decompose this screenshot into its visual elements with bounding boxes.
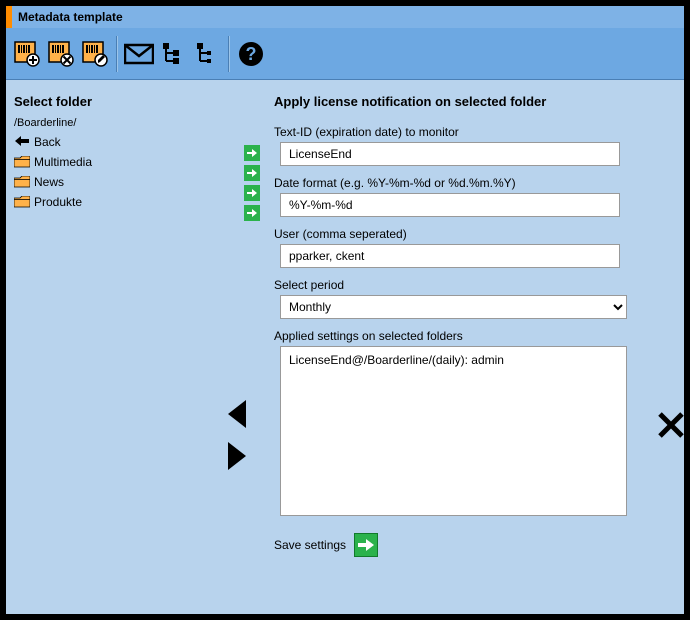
apply-folder-news[interactable]	[244, 165, 260, 181]
back-arrow-icon	[14, 135, 30, 149]
folder-label: News	[34, 175, 64, 189]
nav-prev-button[interactable]	[228, 400, 246, 428]
window-title: Metadata template	[18, 10, 123, 24]
folder-item[interactable]: News	[14, 173, 252, 191]
save-label: Save settings	[274, 538, 346, 552]
apply-folder-multimedia[interactable]	[244, 145, 260, 161]
apply-folder-produkte[interactable]	[244, 185, 260, 201]
mail-button[interactable]	[122, 37, 156, 71]
folder-label: Multimedia	[34, 155, 92, 169]
applied-settings-textarea[interactable]	[280, 346, 627, 516]
barcode-delete-button[interactable]	[44, 37, 78, 71]
tree-collapse-button[interactable]	[190, 37, 224, 71]
back-label: Back	[34, 135, 61, 149]
folder-icon	[14, 156, 30, 169]
period-label: Select period	[274, 278, 670, 292]
main-heading: Apply license notification on selected f…	[274, 94, 670, 109]
text-id-label: Text-ID (expiration date) to monitor	[274, 125, 670, 139]
barcode-add-button[interactable]	[10, 37, 44, 71]
period-select[interactable]: Monthly	[280, 295, 627, 319]
folder-icon	[14, 196, 30, 209]
user-input[interactable]	[280, 244, 620, 268]
back-row[interactable]: Back	[14, 133, 252, 151]
text-id-input[interactable]	[280, 142, 620, 166]
save-button[interactable]	[354, 533, 378, 557]
sidebar-heading: Select folder	[14, 94, 252, 109]
folder-path: /Boarderline/	[14, 117, 252, 129]
folder-item[interactable]: Produkte	[14, 193, 252, 211]
toolbar: ?	[6, 28, 684, 80]
apply-folder-extra[interactable]	[244, 205, 260, 221]
help-button[interactable]: ?	[234, 37, 268, 71]
svg-text:?: ?	[246, 44, 257, 64]
sidebar: Select folder /Boarderline/ Back Multime…	[6, 80, 260, 614]
folder-icon	[14, 176, 30, 189]
date-format-label: Date format (e.g. %Y-%m-%d or %d.%m.%Y)	[274, 176, 670, 190]
tree-expand-button[interactable]	[156, 37, 190, 71]
folder-label: Produkte	[34, 195, 82, 209]
nav-next-button[interactable]	[228, 442, 246, 470]
folder-item[interactable]: Multimedia	[14, 153, 252, 171]
date-format-input[interactable]	[280, 193, 620, 217]
applied-label: Applied settings on selected folders	[274, 329, 670, 343]
user-label: User (comma seperated)	[274, 227, 670, 241]
window-titlebar: Metadata template	[6, 6, 684, 28]
barcode-edit-button[interactable]	[78, 37, 112, 71]
main-panel: Apply license notification on selected f…	[260, 80, 684, 614]
